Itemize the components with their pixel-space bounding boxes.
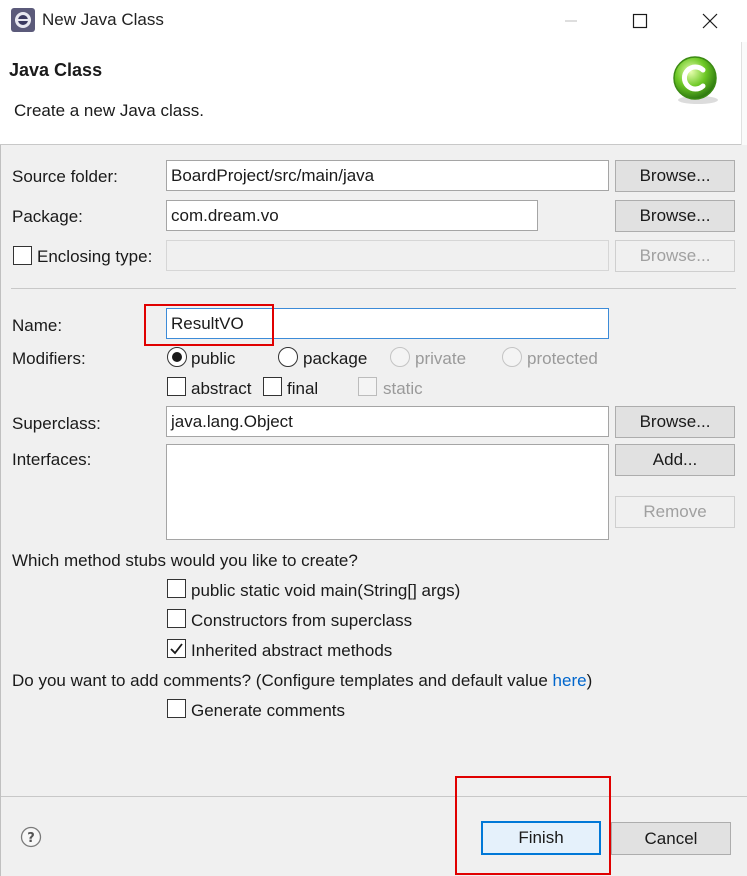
enclosing-type-field <box>166 240 609 271</box>
package-browse-button[interactable]: Browse... <box>615 200 735 232</box>
name-highlight-box <box>144 304 274 346</box>
constructors-label: Constructors from superclass <box>191 611 413 630</box>
method-stubs-question: Which method stubs would you like to cre… <box>12 551 358 570</box>
enclosing-type-browse-button: Browse... <box>615 240 735 272</box>
final-checkbox[interactable] <box>263 377 282 396</box>
final-label: final <box>287 379 319 398</box>
static-checkbox <box>358 377 377 396</box>
abstract-label: abstract <box>191 379 252 398</box>
main-method-label: public static void main(String[] args) <box>191 581 461 600</box>
constructors-checkbox[interactable] <box>167 609 186 628</box>
modifier-protected-label: protected <box>527 349 598 368</box>
close-icon <box>702 13 718 29</box>
comments-question: Do you want to add comments? (Configure … <box>12 671 592 691</box>
header-edge-strip <box>741 42 747 145</box>
wizard-description: Create a new Java class. <box>14 101 204 120</box>
configure-templates-link[interactable]: here <box>553 671 587 690</box>
package-field[interactable]: com.dream.vo <box>166 200 538 231</box>
java-class-wizard-icon <box>673 56 718 104</box>
maximize-button[interactable] <box>605 0 675 42</box>
comments-question-end: ) <box>586 671 593 690</box>
cancel-button[interactable]: Cancel <box>611 822 731 855</box>
interfaces-label: Interfaces: <box>12 450 92 469</box>
superclass-browse-button[interactable]: Browse... <box>615 406 735 438</box>
inherited-abstract-label: Inherited abstract methods <box>191 641 393 660</box>
modifier-private-radio <box>390 347 410 367</box>
enclosing-type-checkbox[interactable] <box>13 246 32 265</box>
wizard-title: Java Class <box>9 60 103 80</box>
static-label: static <box>383 379 423 398</box>
source-folder-label: Source folder: <box>12 167 118 186</box>
enclosing-type-label: Enclosing type: <box>37 247 153 266</box>
source-folder-browse-button[interactable]: Browse... <box>615 160 735 192</box>
generate-comments-checkbox[interactable] <box>167 699 186 718</box>
minimize-button[interactable] <box>536 0 606 42</box>
package-label: Package: <box>12 207 83 226</box>
modifier-public-radio[interactable] <box>167 347 187 367</box>
wizard-body: Source folder: BoardProject/src/main/jav… <box>0 145 747 876</box>
maximize-icon <box>632 13 648 29</box>
svg-text:?: ? <box>27 831 35 846</box>
inherited-abstract-checkbox[interactable] <box>167 639 186 658</box>
superclass-field[interactable]: java.lang.Object <box>166 406 609 437</box>
footer-separator <box>1 796 747 797</box>
checkmark-icon <box>170 643 183 655</box>
eclipse-app-icon <box>11 8 35 32</box>
interfaces-remove-button: Remove <box>615 496 735 528</box>
name-label: Name: <box>12 316 63 335</box>
modifier-package-label: package <box>303 349 368 368</box>
abstract-checkbox[interactable] <box>167 377 186 396</box>
finish-highlight-box <box>455 776 611 875</box>
separator <box>11 288 736 289</box>
modifier-package-radio[interactable] <box>278 347 298 367</box>
help-icon[interactable]: ? <box>20 826 42 848</box>
interfaces-list[interactable] <box>166 444 609 540</box>
modifier-private-label: private <box>415 349 467 368</box>
window-title-bar: New Java Class <box>0 0 747 42</box>
modifiers-label: Modifiers: <box>12 349 86 368</box>
modifier-protected-radio <box>502 347 522 367</box>
radio-selected-dot <box>172 352 182 362</box>
wizard-header: Java Class Create a new Java class. <box>0 42 747 145</box>
generate-comments-label: Generate comments <box>191 701 346 720</box>
close-button[interactable] <box>675 0 745 42</box>
interfaces-add-button[interactable]: Add... <box>615 444 735 476</box>
main-method-checkbox[interactable] <box>167 579 186 598</box>
superclass-label: Superclass: <box>12 414 101 433</box>
minimize-icon <box>565 20 577 22</box>
source-folder-field[interactable]: BoardProject/src/main/java <box>166 160 609 191</box>
window-title: New Java Class <box>42 10 164 29</box>
comments-question-text: Do you want to add comments? (Configure … <box>12 671 553 690</box>
modifier-public-label: public <box>191 349 236 368</box>
